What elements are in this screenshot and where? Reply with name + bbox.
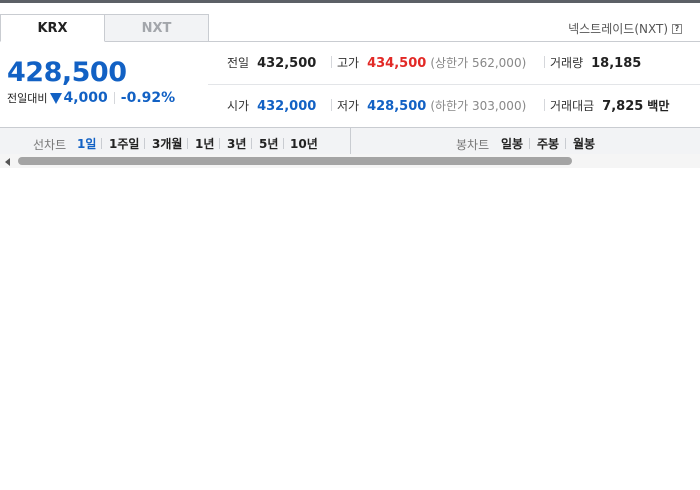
stat-trade-amount: 거래대금 7,825 백만 (550, 97, 669, 114)
stat-label: 전일 (227, 56, 250, 70)
divider (529, 138, 530, 149)
stat-value: 428,500 (367, 99, 427, 114)
candle-option-monthly[interactable]: 월봉 (573, 135, 595, 152)
divider (565, 138, 566, 149)
period-option-3m[interactable]: 3개월 (152, 135, 182, 152)
stat-label: 거래대금 (550, 99, 595, 113)
stat-low: 저가 428,500 (하한가 303,000) (337, 97, 526, 114)
stat-value: 434,500 (367, 56, 427, 71)
period-option-10y[interactable]: 10년 (290, 135, 318, 152)
nextrade-link-label: 넥스트레이드(NXT) (568, 22, 668, 36)
scrollbar-thumb[interactable] (18, 157, 572, 165)
period-option-1d[interactable]: 1일 (77, 135, 96, 152)
tab-underline (208, 41, 700, 42)
divider (101, 138, 102, 149)
top-border-line (0, 0, 700, 3)
stat-unit: 백만 (647, 99, 670, 113)
line-chart-label: 선차트 (33, 138, 67, 152)
quote-summary: 428,500 전일대비 4,000 -0.92% (7, 56, 175, 106)
stat-high: 고가 434,500 (상한가 562,000) (337, 54, 526, 71)
divider (144, 138, 145, 149)
change-row: 전일대비 4,000 -0.92% (7, 90, 175, 106)
stats-row-divider (208, 84, 700, 85)
lower-limit-label: 하한가 (435, 99, 469, 113)
stat-label: 시가 (227, 99, 250, 113)
tab-krx[interactable]: KRX (0, 14, 105, 42)
upper-limit-label: 상한가 (435, 56, 469, 70)
nextrade-link[interactable]: 넥스트레이드(NXT) ? (568, 20, 682, 37)
divider (331, 99, 332, 111)
candle-option-daily[interactable]: 일봉 (501, 135, 523, 152)
divider (187, 138, 188, 149)
divider (113, 92, 115, 104)
candle-chart-label: 봉차트 (456, 138, 490, 152)
divider (331, 56, 332, 68)
lower-limit: (하한가 303,000) (430, 99, 527, 113)
stat-value: 432,000 (257, 99, 317, 114)
divider (544, 99, 545, 111)
stat-value: 7,825 (602, 99, 644, 114)
period-option-5y[interactable]: 5년 (259, 135, 278, 152)
change-value: 4,000 (63, 90, 108, 106)
change-label: 전일대비 (7, 92, 48, 105)
tab-nxt[interactable]: NXT (104, 14, 209, 42)
divider (283, 138, 284, 149)
divider (544, 56, 545, 68)
upper-limit: (상한가 562,000) (430, 56, 527, 70)
divider (251, 138, 252, 149)
upper-limit-value: 562,000 (471, 56, 522, 70)
stat-volume: 거래량 18,185 (550, 54, 641, 71)
period-option-1w[interactable]: 1주일 (109, 135, 139, 152)
period-option-3y[interactable]: 3년 (227, 135, 246, 152)
stat-label: 고가 (337, 56, 360, 70)
stat-open: 시가 432,000 (227, 97, 316, 114)
down-arrow-icon (50, 92, 63, 104)
stat-label: 거래량 (550, 56, 584, 70)
lower-limit-value: 303,000 (471, 99, 522, 113)
stat-value: 18,185 (591, 56, 642, 71)
stat-prev-close: 전일 432,500 (227, 54, 316, 71)
change-percent: -0.92% (120, 90, 176, 106)
candle-option-weekly[interactable]: 주봉 (537, 135, 559, 152)
help-icon[interactable]: ? (672, 23, 682, 34)
stat-value: 432,500 (257, 56, 317, 71)
stat-label: 저가 (337, 99, 360, 113)
current-price: 428,500 (7, 57, 127, 88)
divider (350, 128, 351, 154)
scroll-left-arrow-icon[interactable] (5, 158, 10, 166)
divider (219, 138, 220, 149)
period-option-1y[interactable]: 1년 (195, 135, 214, 152)
